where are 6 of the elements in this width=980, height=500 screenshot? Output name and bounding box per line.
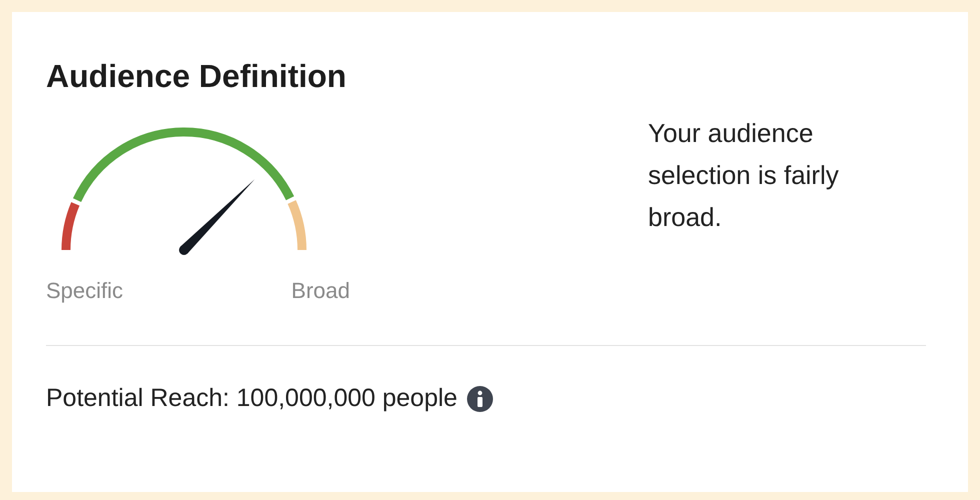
max-label: Broad [291, 277, 350, 305]
min-label: Specific [46, 277, 124, 305]
description-text: Your audience selection is fairly broad. [648, 117, 840, 234]
info-icon[interactable] [467, 386, 494, 412]
potential-reach-text: Potential Reach: 100,000,000 people [46, 383, 458, 414]
card-title: Audience Definition [46, 57, 348, 96]
